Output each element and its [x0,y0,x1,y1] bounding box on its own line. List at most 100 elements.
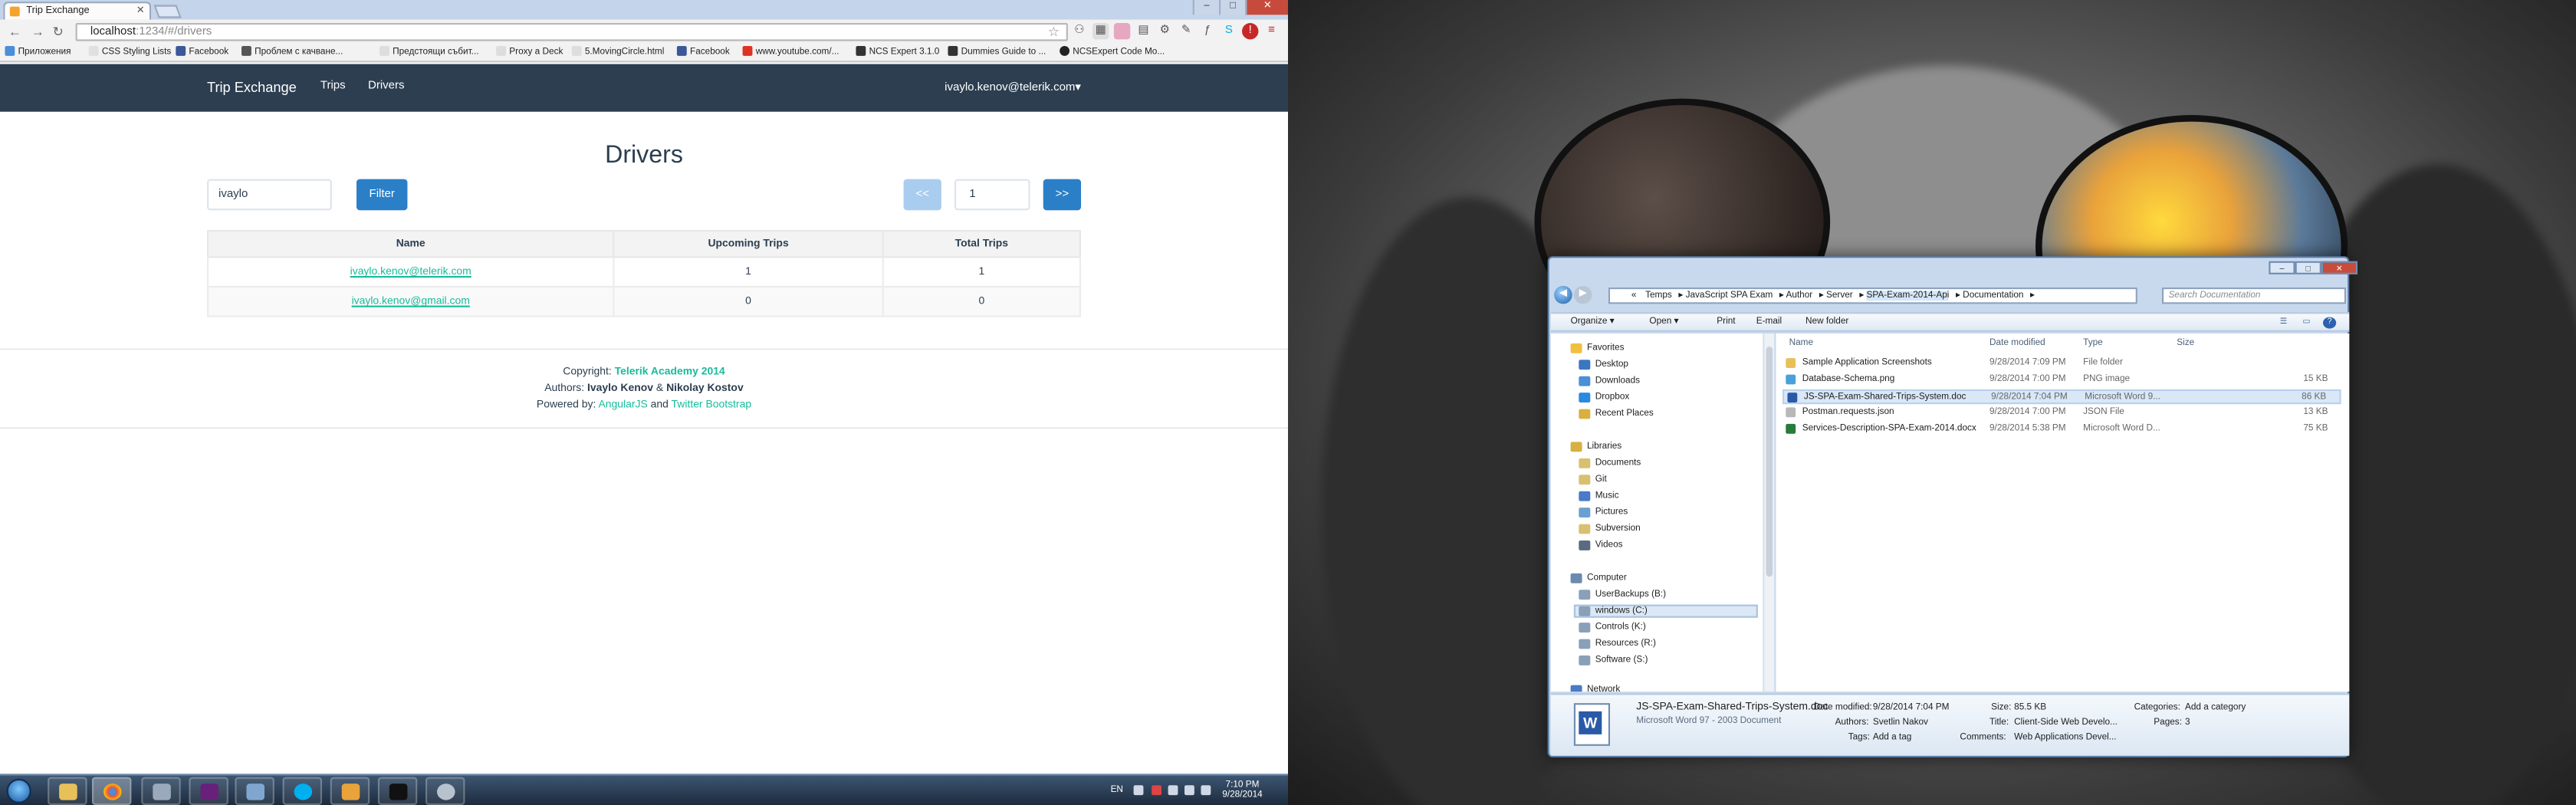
bookmark-item[interactable]: Приложения [5,44,71,61]
chrome-taskbar-icon[interactable] [92,777,132,805]
forward-icon[interactable]: → [31,25,44,39]
back-arrow-icon[interactable]: ◀ [1554,285,1572,304]
close-icon[interactable]: ✕ [1245,0,1288,15]
organize-button[interactable]: Organize ▾ [1571,314,1615,332]
gear-icon[interactable]: ⚙ [1157,23,1173,39]
details-value[interactable]: Web Applications Devel... [2014,733,2116,743]
search-input[interactable]: Search Documentation [2162,288,2346,304]
tray-arrow-icon[interactable] [1133,785,1144,796]
terminal-taskbar-icon[interactable] [377,777,418,805]
details-value[interactable]: Svetlin Nakov [1873,718,1928,728]
breadcrumb-item[interactable]: Documentation [1963,291,2023,301]
clock[interactable]: 7:10 PM 9/28/2014 [1222,780,1262,800]
explorer-close-icon[interactable]: ✕ [2321,261,2358,274]
nav-item-drive[interactable]: UserBackups (B:) [1579,590,1666,600]
breadcrumb[interactable]: « Temps ▸ JavaScript SPA Exam ▸ Author ▸ Se… [1608,288,2137,304]
app-taskbar-icon[interactable] [235,777,274,805]
filter-input[interactable]: ivaylo [207,179,332,211]
skype-icon[interactable]: S [1221,23,1237,39]
visual-studio-taskbar-icon[interactable] [189,777,228,805]
breadcrumb-item[interactable]: « [1631,291,1637,301]
column-header-name[interactable]: Name [1789,338,1813,348]
nav-item-recent-places[interactable]: Recent Places [1579,409,1654,419]
explorer-maximize-icon[interactable]: □ [2295,261,2321,274]
file-row[interactable]: Sample Application Screenshots 9/28/2014… [1783,356,2341,371]
breadcrumb-item[interactable]: Server [1826,291,1853,301]
details-value[interactable]: Add a tag [1873,733,1911,743]
tray-flag-icon[interactable] [1152,785,1162,796]
details-value[interactable]: Client-Side Web Develo... [2014,718,2118,728]
breadcrumb-item[interactable]: Temps [1645,291,1672,301]
nav-scrollbar[interactable] [1764,334,1775,692]
breadcrumb-item[interactable]: JavaScript SPA Exam [1686,291,1773,301]
filter-button[interactable]: Filter [356,179,408,211]
tab-close-icon[interactable]: ✕ [136,3,145,19]
minimize-icon[interactable]: – [1192,0,1219,15]
view-options-icon[interactable]: ☰ [2277,317,2290,329]
maximize-icon[interactable]: □ [1219,0,1246,15]
browser-tab[interactable]: Trip Exchange ✕ [3,2,152,20]
file-row-selected[interactable]: JS-SPA-Exam-Shared-Trips-System.doc 9/28… [1783,389,2341,405]
glasses-icon[interactable]: ⚇ [1071,23,1087,39]
new-tab-button[interactable] [153,5,182,18]
bookmark-item[interactable]: Facebook [176,44,228,61]
wrench-icon[interactable]: ✎ [1178,23,1194,39]
network-header[interactable]: Network [1570,685,1620,692]
prev-page-button[interactable]: << [903,179,941,211]
breadcrumb-item[interactable]: Author [1786,291,1812,301]
bookmark-item[interactable]: Proxy a Deck [496,44,563,61]
outlook-taskbar-icon[interactable] [330,777,370,805]
tray-power-icon[interactable] [1201,785,1211,796]
details-value[interactable]: Add a category [2185,703,2246,713]
bootstrap-link[interactable]: Twitter Bootstrap [672,399,752,411]
file-row[interactable]: Postman.requests.json 9/28/2014 7:00 PM … [1783,406,2341,420]
nav-item-pictures[interactable]: Pictures [1579,508,1628,518]
bookmark-item[interactable]: NCSExpert Code Mo... [1060,44,1165,61]
bookmark-item[interactable]: CSS Styling Lists [88,44,171,61]
explorer-minimize-icon[interactable]: – [2269,261,2295,274]
nav-item-downloads[interactable]: Downloads [1579,376,1640,386]
bookmark-item[interactable]: Dummies Guide to ... [948,44,1046,61]
copyright-link[interactable]: Telerik Academy 2014 [615,366,725,378]
tray-network-icon[interactable] [1168,785,1178,796]
bookmark-star-icon[interactable]: ☆ [1048,25,1060,41]
driver-link[interactable]: ivaylo.kenov@gmail.com [352,296,470,307]
nav-item-drive[interactable]: Controls (K:) [1579,623,1646,632]
nav-item-videos[interactable]: Videos [1579,540,1623,550]
computer-header[interactable]: Computer [1570,573,1627,583]
preview-pane-icon[interactable]: ▭ [2300,317,2313,329]
bookmark-item[interactable]: www.youtube.com/... [742,44,839,61]
skype-taskbar-icon[interactable] [282,777,322,805]
open-button[interactable]: Open ▾ [1649,314,1678,332]
pink-extension-icon[interactable] [1113,23,1131,40]
reload-icon[interactable]: ↻ [53,25,64,39]
grid-icon[interactable]: ▦ [1092,23,1109,40]
bookmark-item[interactable]: 5.MovingCircle.html [571,44,664,61]
nav-trips[interactable]: Trips [320,80,346,92]
language-indicator[interactable]: EN [1111,785,1123,795]
page-input[interactable]: 1 [955,179,1030,211]
nav-item-music[interactable]: Music [1579,491,1619,501]
column-header-size[interactable]: Size [2177,338,2194,348]
nav-item-desktop[interactable]: Desktop [1579,360,1628,370]
scrollbar-thumb[interactable] [1766,347,1773,577]
user-dropdown[interactable]: ivaylo.kenov@telerik.com▾ [945,80,1081,94]
address-bar[interactable]: localhost:1234/#/drivers ☆ [75,23,1068,41]
stop-icon[interactable]: ! [1242,23,1259,40]
file-row[interactable]: Services-Description-SPA-Exam-2014.docx … [1783,422,2341,437]
favorites-header[interactable]: Favorites [1570,343,1624,353]
file-row[interactable]: Database-Schema.png 9/28/2014 7:00 PM PN… [1783,373,2341,387]
libraries-header[interactable]: Libraries [1570,442,1622,452]
details-value[interactable]: 9/28/2014 7:04 PM [1873,703,1950,713]
next-page-button[interactable]: >> [1043,179,1081,211]
column-header-type[interactable]: Type [2083,338,2103,348]
bookmark-item[interactable]: Предстоящи събит... [379,44,479,61]
driver-link[interactable]: ivaylo.kenov@telerik.com [350,266,472,278]
nav-item-drive[interactable]: Resources (R:) [1579,639,1656,649]
nav-item-drive-selected[interactable]: windows (C:) [1573,604,1758,618]
breadcrumb-item[interactable]: SPA-Exam-2014-Api [1866,291,1950,301]
angular-link[interactable]: AngularJS [598,399,647,411]
help-icon[interactable]: ? [2323,317,2337,329]
nav-item-drive[interactable]: Software (S:) [1579,656,1648,665]
function-icon[interactable]: ƒ [1199,23,1215,39]
